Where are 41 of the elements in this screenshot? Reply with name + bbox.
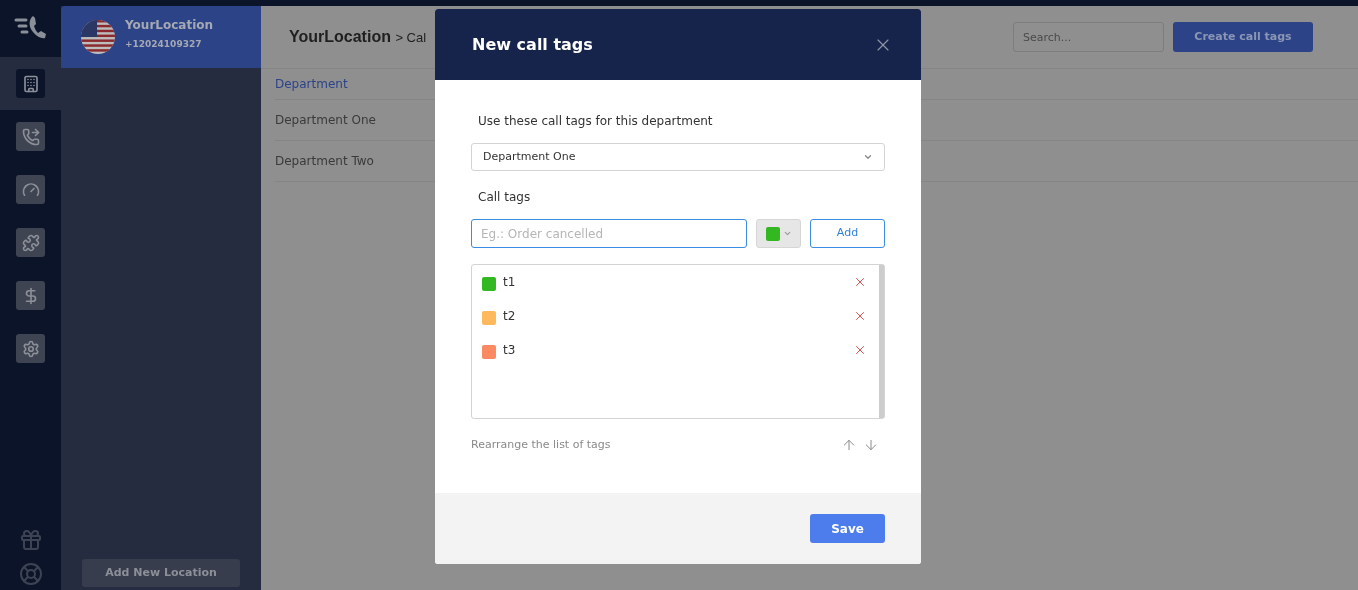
- puzzle-nav-button[interactable]: [16, 228, 45, 257]
- tag-name[interactable]: t3: [503, 341, 853, 359]
- puzzle-icon: [21, 233, 40, 252]
- search-field[interactable]: Search...: [1013, 22, 1164, 52]
- add-button[interactable]: Add: [810, 219, 885, 248]
- gear-icon: [21, 339, 40, 358]
- tag-name[interactable]: t2: [503, 307, 853, 325]
- gauge-icon: [21, 180, 40, 199]
- location-card[interactable]: YourLocation +12024109327: [61, 6, 261, 68]
- dollar-nav-button[interactable]: [16, 281, 45, 310]
- table-cell-text: Department One: [275, 112, 376, 129]
- gift-icon[interactable]: [18, 528, 43, 552]
- department-select[interactable]: Department One: [471, 143, 885, 171]
- location-name: YourLocation: [125, 17, 214, 35]
- location-phone: +12024109327: [125, 38, 203, 52]
- department-label: Use these call tags for this department: [478, 113, 714, 130]
- add-location-button[interactable]: Add New Location: [82, 559, 240, 587]
- building-nav-button[interactable]: [16, 69, 45, 98]
- remove-icon[interactable]: [853, 309, 867, 323]
- create-call-tags-button[interactable]: Create call tags: [1173, 22, 1313, 52]
- tag-name-field[interactable]: Eg.: Order cancelled: [471, 219, 747, 248]
- caret-icon: [863, 152, 873, 162]
- remove-icon[interactable]: [853, 275, 867, 289]
- scrollbar[interactable]: [879, 265, 884, 418]
- table-cell-text: Department Two: [275, 153, 374, 170]
- gear-nav-button[interactable]: [16, 334, 45, 363]
- lifebuoy-icon[interactable]: [18, 562, 43, 586]
- rearrange-hint: Rearrange the list of tags: [471, 437, 612, 453]
- flag-icon: [81, 20, 115, 54]
- modal-title: New call tags: [472, 33, 593, 56]
- column-header[interactable]: Department: [275, 75, 348, 93]
- building-icon: [21, 74, 40, 93]
- page-title: YourLocation > Cal: [289, 27, 427, 47]
- save-button[interactable]: Save: [810, 514, 885, 543]
- gauge-nav-button[interactable]: [16, 175, 45, 204]
- call-tags-label: Call tags: [478, 189, 532, 206]
- caret-icon: [782, 229, 792, 238]
- tag-name[interactable]: t1: [503, 273, 853, 291]
- remove-icon[interactable]: [853, 343, 867, 357]
- color-picker-button[interactable]: [756, 219, 801, 248]
- phone-list-nav-button[interactable]: [16, 122, 45, 151]
